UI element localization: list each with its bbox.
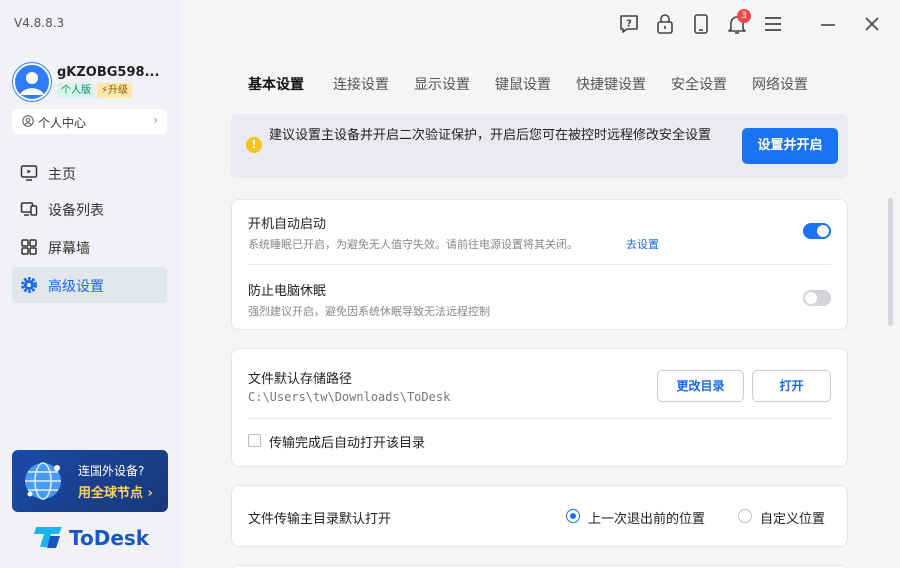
chevron-right-icon: › xyxy=(147,486,153,501)
sidebar-item-label: 主页 xyxy=(48,167,76,183)
prevent-sleep-toggle[interactable] xyxy=(803,290,831,306)
toggle-knob xyxy=(805,292,817,304)
sidebar-item-label: 高级设置 xyxy=(48,279,104,295)
sidebar-item-advanced-settings[interactable]: 高级设置 xyxy=(12,267,167,303)
person-icon xyxy=(22,115,34,127)
user-profile[interactable]: gKZOBG598... 个人版 ⚡升级 xyxy=(12,62,172,102)
globe-icon xyxy=(25,462,61,500)
gear-icon xyxy=(21,277,37,293)
bolt-icon: ⚡ xyxy=(101,85,109,96)
tab-basic-settings[interactable]: 基本设置 xyxy=(248,74,304,94)
chevron-right-icon: › xyxy=(153,113,158,127)
storage-path-card: 文件默认存储路径 C:\Users\tw\Downloads\ToDesk 更改… xyxy=(231,348,848,467)
transfer-directory-title: 文件传输主目录默认打开 xyxy=(248,512,392,527)
divider xyxy=(248,418,831,419)
startup-settings-card: 开机自动启动 系统睡眠已开启，为避免无人值守失效。请前往电源设置将其关闭。 去设… xyxy=(231,199,848,330)
global-node-promo[interactable]: 连国外设备? 用全球节点 › xyxy=(12,450,168,512)
change-directory-button[interactable]: 更改目录 xyxy=(657,370,744,402)
setup-and-enable-button[interactable]: 设置并开启 xyxy=(742,128,838,164)
notification-badge: 3 xyxy=(737,9,751,23)
tab-connection-settings[interactable]: 连接设置 xyxy=(333,74,389,94)
close-icon[interactable] xyxy=(861,13,883,35)
help-icon[interactable]: ? xyxy=(618,13,640,35)
monitor-icon xyxy=(20,165,38,181)
radio-last-location-label: 上一次退出前的位置 xyxy=(588,512,706,527)
radio-last-location[interactable] xyxy=(566,509,580,523)
sidebar-item-home[interactable]: 主页 xyxy=(12,155,167,191)
logo-text: ToDesk xyxy=(69,526,150,550)
sidebar-item-devices[interactable]: 设备列表 xyxy=(12,191,167,227)
auto-open-label: 传输完成后自动打开该目录 xyxy=(269,436,426,451)
storage-path-title: 文件默认存储路径 xyxy=(248,372,353,387)
menu-icon[interactable] xyxy=(762,13,784,35)
todesk-logo-icon xyxy=(34,527,62,548)
upgrade-label: 升级 xyxy=(108,85,129,96)
promo-link[interactable]: 用全球节点 › xyxy=(78,482,153,501)
radio-custom-location[interactable] xyxy=(738,509,752,523)
tab-network-settings[interactable]: 网络设置 xyxy=(752,74,808,94)
prevent-sleep-desc: 强烈建议开启，避免因系统休眠导致无法远程控制 xyxy=(248,305,490,318)
transfer-directory-card: 文件传输主目录默认打开 上一次退出前的位置 自定义位置 xyxy=(231,485,848,547)
open-directory-button[interactable]: 打开 xyxy=(752,370,831,402)
promo-link-label: 用全球节点 xyxy=(78,486,144,501)
user-avatar-icon xyxy=(13,63,51,101)
tab-display-settings[interactable]: 显示设置 xyxy=(414,74,470,94)
warning-icon: ! xyxy=(246,137,262,153)
divider xyxy=(248,264,831,265)
sidebar-item-label: 设备列表 xyxy=(48,203,104,219)
username: gKZOBG598... xyxy=(57,65,160,80)
auto-open-checkbox[interactable] xyxy=(248,434,261,447)
notice-text: 建议设置主设备并开启二次验证保护，开启后您可在被控时远程修改安全设置 xyxy=(269,128,712,143)
sidebar-item-screen-wall[interactable]: 屏幕墙 xyxy=(12,229,167,265)
auto-start-desc: 系统睡眠已开启，为避免无人值守失效。请前往电源设置将其关闭。 xyxy=(248,238,578,251)
avatar[interactable] xyxy=(12,62,52,102)
storage-path-value: C:\Users\tw\Downloads\ToDesk xyxy=(248,390,451,404)
personal-center-label: 个人中心 xyxy=(38,116,87,130)
devices-icon xyxy=(20,202,38,216)
tab-keyboard-mouse-settings[interactable]: 键鼠设置 xyxy=(495,74,551,94)
tab-shortcut-settings[interactable]: 快捷键设置 xyxy=(576,74,646,94)
promo-text: 连国外设备? xyxy=(78,464,145,478)
go-settings-link[interactable]: 去设置 xyxy=(626,236,659,252)
app-version: V4.8.8.3 xyxy=(14,16,65,30)
toggle-knob xyxy=(817,225,829,237)
grid-icon xyxy=(21,239,37,255)
edition-badge: 个人版 xyxy=(57,83,95,98)
svg-text:?: ? xyxy=(626,19,632,30)
phone-icon[interactable] xyxy=(690,13,712,35)
personal-center-button[interactable]: 个人中心 › xyxy=(12,109,167,134)
sidebar: V4.8.8.3 gKZOBG598... 个人版 ⚡升级 个人中心 › 主页 … xyxy=(0,0,180,568)
auto-start-toggle[interactable] xyxy=(803,223,831,239)
security-notice: ! 建议设置主设备并开启二次验证保护，开启后您可在被控时远程修改安全设置 设置并… xyxy=(231,114,848,178)
sidebar-item-label: 屏幕墙 xyxy=(48,241,90,257)
prevent-sleep-title: 防止电脑休眠 xyxy=(248,284,327,299)
minimize-icon[interactable] xyxy=(817,13,839,35)
lock-icon[interactable] xyxy=(654,13,676,35)
upgrade-badge[interactable]: ⚡升级 xyxy=(97,83,133,98)
radio-custom-location-label: 自定义位置 xyxy=(760,512,826,527)
scrollbar[interactable] xyxy=(888,198,893,326)
tab-security-settings[interactable]: 安全设置 xyxy=(671,74,727,94)
auto-start-title: 开机自动启动 xyxy=(248,217,327,232)
